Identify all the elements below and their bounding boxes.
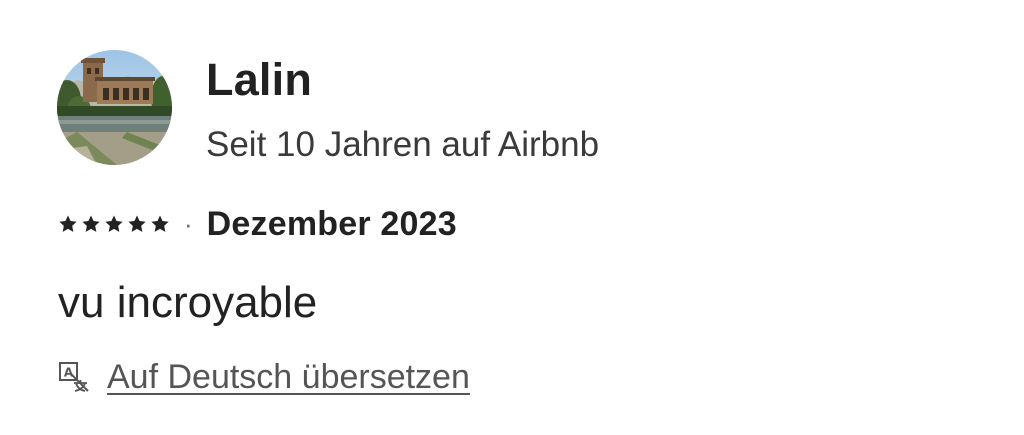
star-icon [128, 215, 146, 232]
translate-row: A Auf Deutsch übersetzen [58, 354, 470, 400]
avatar-photo [57, 50, 172, 165]
rating-date-row: · Dezember 2023 [58, 202, 457, 246]
svg-text:A: A [64, 366, 74, 380]
reviewer-avatar[interactable] [57, 50, 172, 165]
translate-link[interactable]: Auf Deutsch übersetzen [107, 354, 470, 400]
star-icon [151, 215, 169, 232]
star-icon [59, 215, 77, 232]
separator-dot: · [184, 209, 193, 239]
translate-icon: A [59, 362, 89, 392]
reviewer-tenure: Seit 10 Jahren auf Airbnb [206, 125, 600, 164]
review-text: vu incroyable [58, 278, 318, 327]
review-date: Dezember 2023 [206, 205, 457, 243]
star-rating [58, 214, 170, 234]
reviewer-name[interactable]: Lalin [206, 52, 312, 108]
star-icon [82, 215, 100, 232]
review-card: Lalin Seit 10 Jahren auf Airbnb · Dezemb… [0, 0, 1024, 435]
star-icon [105, 215, 123, 232]
